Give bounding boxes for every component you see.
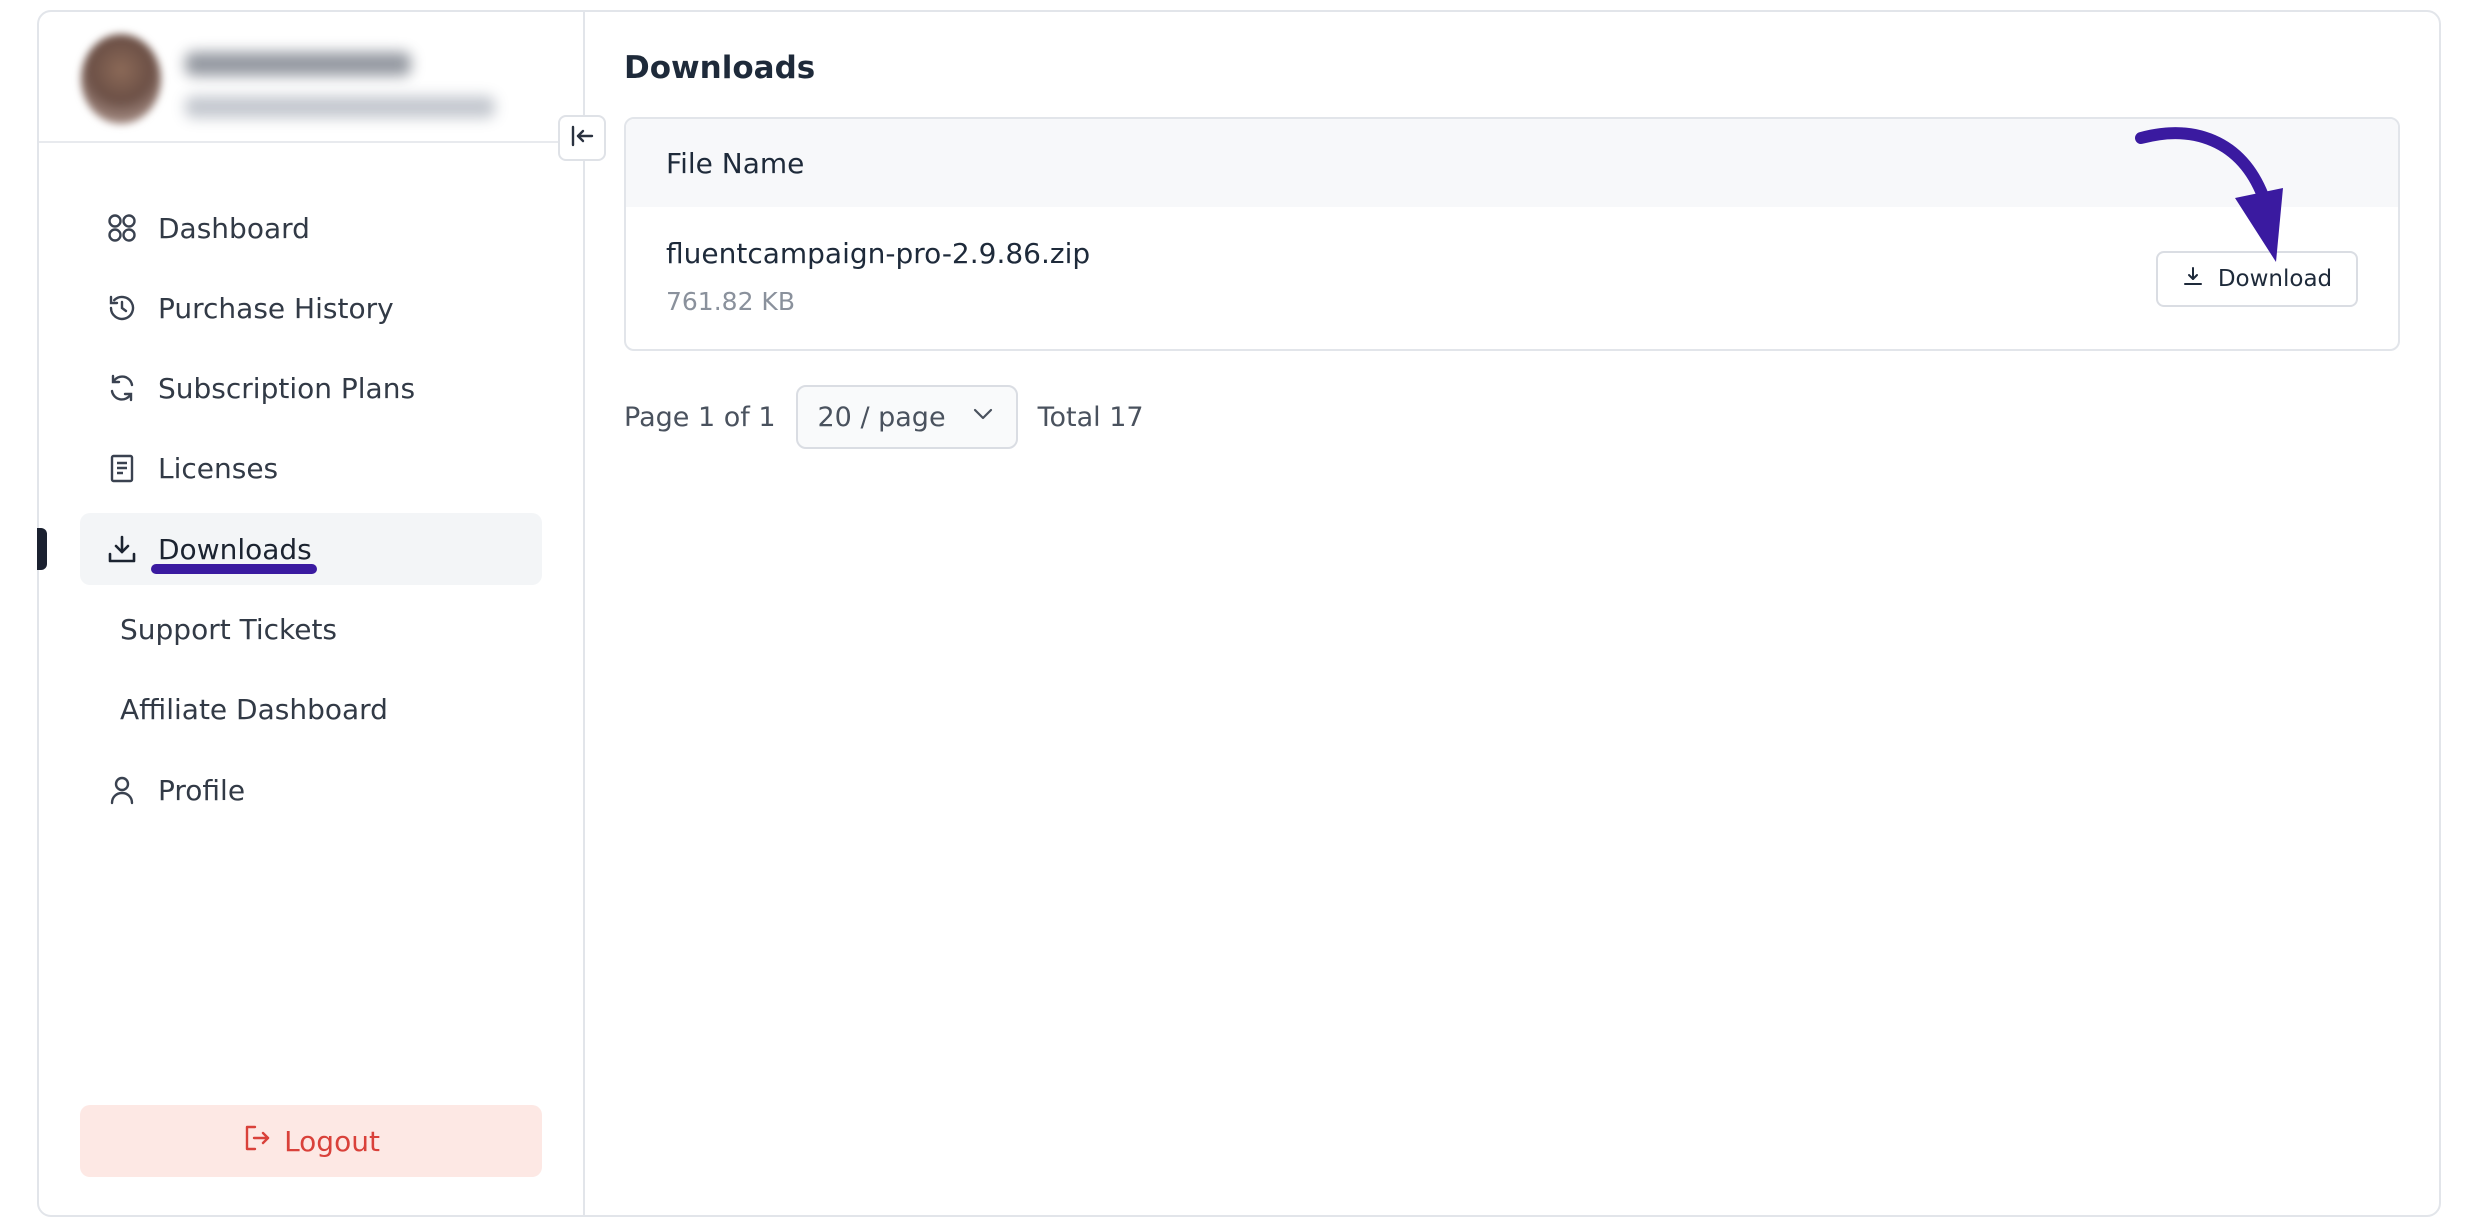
page-size-select[interactable]: 20 / page [795,385,1018,449]
sidebar-item-downloads[interactable]: Downloads [80,513,542,585]
blurred-user-email [185,96,495,118]
sidebar-item-support-tickets[interactable]: Support Tickets [80,593,542,665]
annotation-underline [151,564,317,574]
sidebar-item-label: Subscription Plans [158,371,416,405]
file-name: fluentcampaign-pro-2.9.86.zip [666,237,1091,270]
blurred-user-name [185,52,411,76]
downloads-table: File Name fluentcampaign-pro-2.9.86.zip … [624,117,2400,351]
sidebar: Dashboard Purchase History Subscription … [37,12,585,1215]
app-frame: Dashboard Purchase History Subscription … [37,10,2441,1217]
download-button[interactable]: Download [2156,251,2358,307]
total-count: Total 17 [1037,401,1144,433]
chevron-down-icon [970,401,996,434]
grid-icon [104,210,140,246]
sidebar-item-profile[interactable]: Profile [80,754,542,826]
avatar [81,34,161,124]
sidebar-item-label: Downloads [158,532,312,566]
refresh-icon [104,370,140,406]
sidebar-item-licenses[interactable]: Licenses [80,432,542,504]
sidebar-item-label: Affiliate Dashboard [120,692,388,726]
main-content: Downloads File Name fluentcampaign-pro-2… [585,12,2439,1215]
sidebar-item-label: Profile [158,773,246,807]
logout-label: Logout [284,1124,380,1158]
page-size-value: 20 / page [817,401,946,433]
profile-header [39,12,583,143]
download-icon [2182,265,2204,293]
download-tray-icon [104,531,140,567]
active-indicator [37,528,47,570]
download-button-label: Download [2217,266,2333,292]
sidebar-item-dashboard[interactable]: Dashboard [80,192,542,264]
sidebar-item-affiliate-dashboard[interactable]: Affiliate Dashboard [80,673,542,745]
column-header-file-name: File Name [666,146,805,180]
collapse-left-icon [568,122,596,154]
file-size: 761.82 KB [666,287,795,316]
sidebar-item-label: Licenses [158,451,279,485]
sidebar-item-label: Dashboard [158,211,310,245]
sidebar-item-label: Purchase History [158,291,394,325]
sidebar-item-subscription-plans[interactable]: Subscription Plans [80,352,542,424]
logout-button[interactable]: Logout [80,1105,542,1177]
sidebar-item-purchase-history[interactable]: Purchase History [80,272,542,344]
history-icon [104,290,140,326]
sidebar-item-label: Support Tickets [120,612,338,646]
document-icon [104,450,140,486]
collapse-sidebar-button[interactable] [558,115,606,161]
logout-icon [242,1123,272,1160]
table-header: File Name [626,119,2398,207]
pagination: Page 1 of 1 20 / page Total 17 [624,384,1144,450]
page-title: Downloads [624,50,816,86]
user-icon [104,772,140,808]
page-indicator: Page 1 of 1 [624,401,776,433]
